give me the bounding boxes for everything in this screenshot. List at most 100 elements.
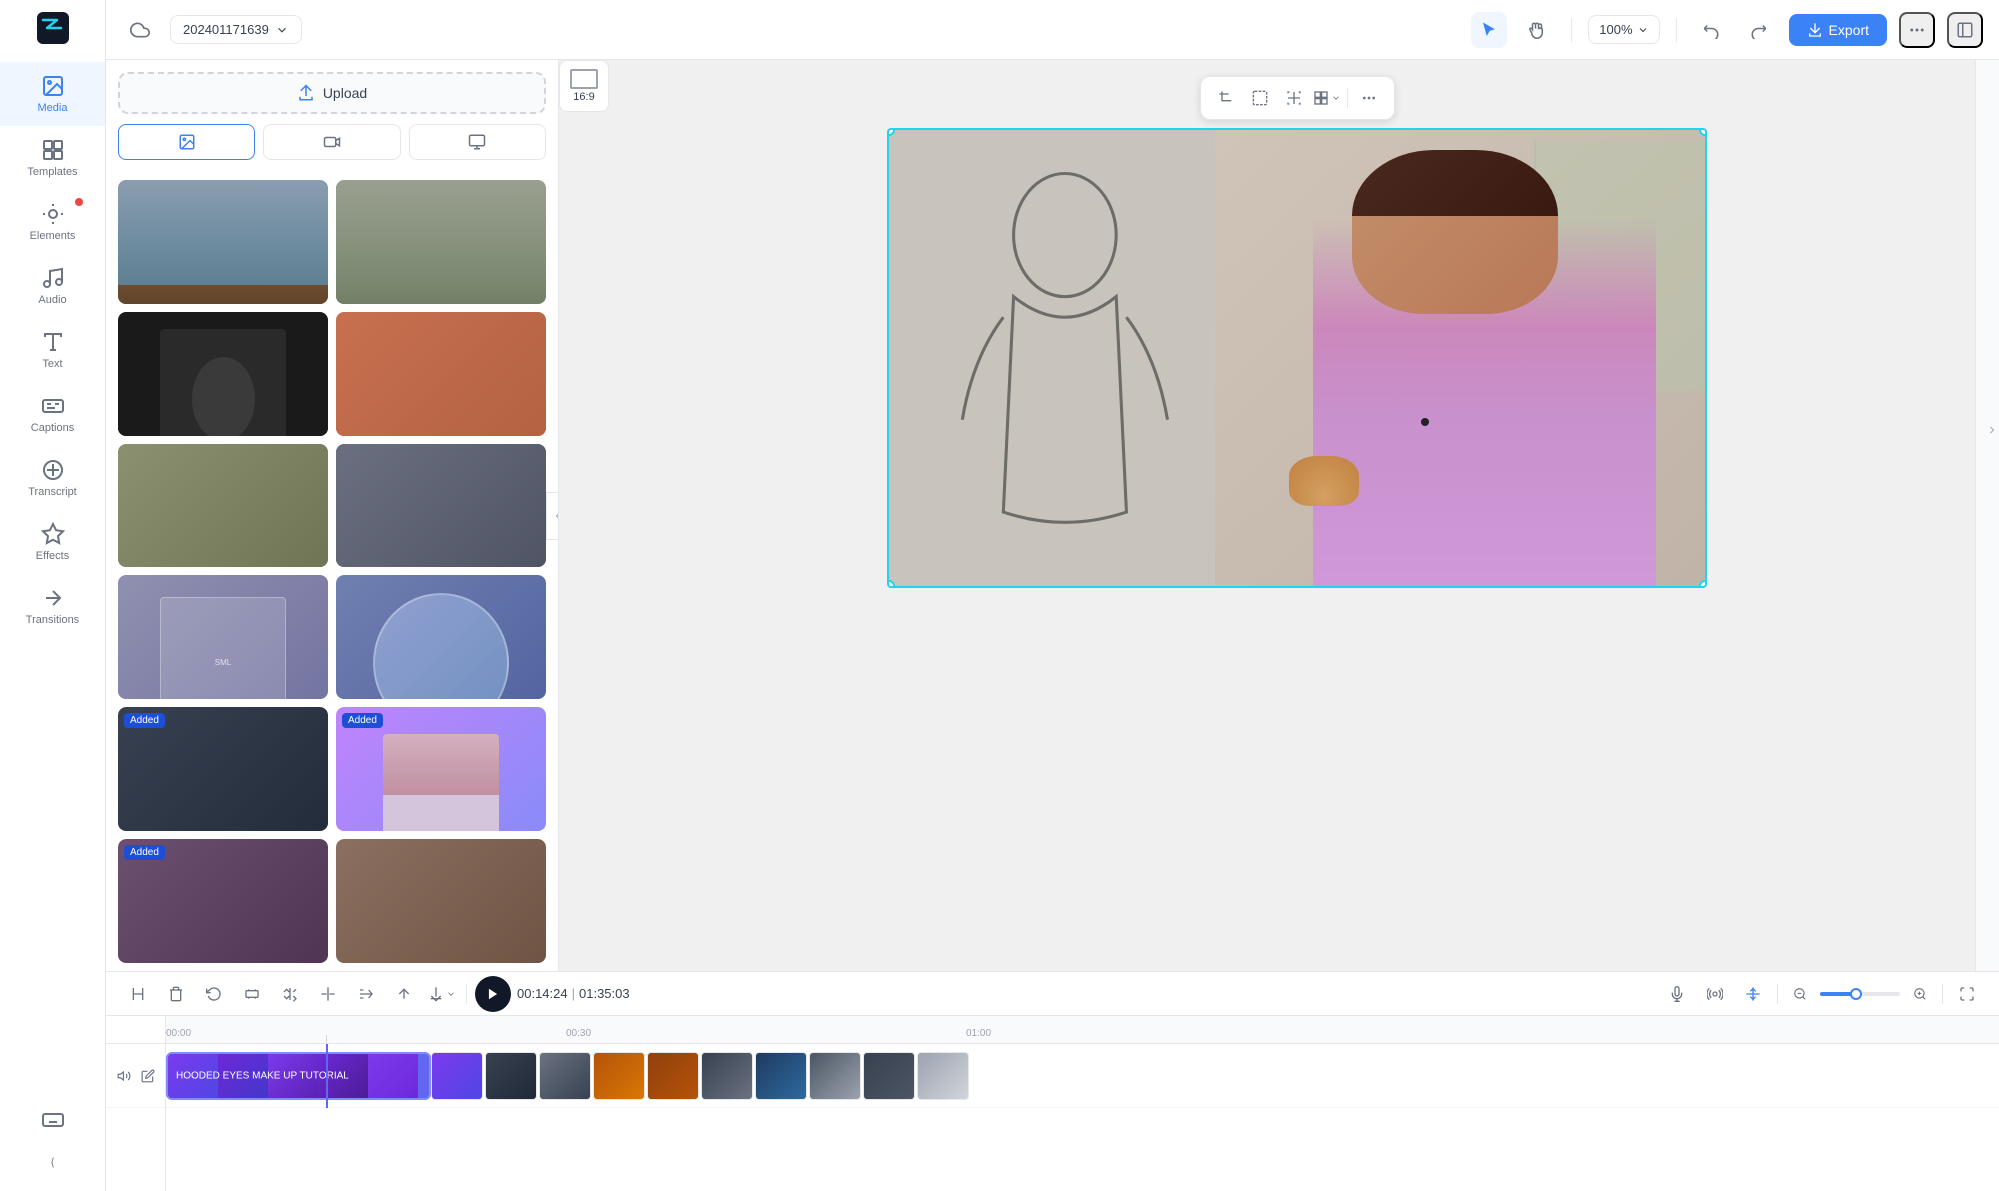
list-item[interactable]: UpscaleImage_3|2023... xyxy=(336,444,546,568)
layout-dropdown[interactable] xyxy=(1313,90,1341,106)
selection-handle-br[interactable] xyxy=(1699,580,1707,588)
list-item[interactable]: scenic-drive-grandfat... xyxy=(118,180,328,304)
play-button[interactable] xyxy=(475,976,511,1012)
list-item[interactable]: Added Pelumi-Box-Models-3... xyxy=(336,312,546,436)
panel-toggle-button[interactable] xyxy=(1947,12,1983,48)
zoom-in-button[interactable] xyxy=(1906,980,1934,1008)
mic-button[interactable] xyxy=(1661,978,1693,1010)
topbar: 202401171639 100% Export xyxy=(106,0,1999,60)
flip-button[interactable] xyxy=(274,978,306,1010)
download-button[interactable] xyxy=(426,978,458,1010)
list-item[interactable]: Added 360_F_645986509_0j... xyxy=(118,444,328,568)
merge-button[interactable] xyxy=(350,978,382,1010)
zoom-thumb[interactable] xyxy=(1850,988,1862,1000)
right-properties-panel xyxy=(1975,60,1999,971)
media-thumbnail xyxy=(336,180,546,304)
sidebar-item-media[interactable]: Media xyxy=(0,62,105,126)
split-button[interactable] xyxy=(312,978,344,1010)
sidebar-item-transitions[interactable]: Transitions xyxy=(0,574,105,638)
aspect-ratio-icon xyxy=(570,69,598,89)
replay-button[interactable] xyxy=(198,978,230,1010)
edit-button[interactable] xyxy=(138,1066,158,1086)
total-time: 01:35:03 xyxy=(579,986,630,1001)
media-panel-collapse-button[interactable] xyxy=(546,492,559,540)
media-tab-screen[interactable] xyxy=(409,124,546,160)
hand-tool-button[interactable] xyxy=(1519,12,1555,48)
pointer-tool-button[interactable] xyxy=(1471,12,1507,48)
list-item[interactable]: download.jpeg xyxy=(118,312,328,436)
sidebar-item-transcript-label: Transcript xyxy=(28,486,77,498)
cloud-save-button[interactable] xyxy=(122,12,158,48)
fullscreen-button[interactable] xyxy=(1951,978,1983,1010)
thumb-clip-10[interactable] xyxy=(917,1052,969,1100)
canvas-container xyxy=(605,76,1975,588)
sidebar-item-audio[interactable]: Audio xyxy=(0,254,105,318)
sidebar-item-captions-label: Captions xyxy=(31,422,74,434)
panel-expand-button[interactable] xyxy=(1985,424,1999,436)
thumb-clip-9[interactable] xyxy=(863,1052,915,1100)
list-item[interactable]: Added image.png.webp xyxy=(118,707,328,831)
thumb-clip-6[interactable] xyxy=(701,1052,753,1100)
sidebar-item-keyboard[interactable] xyxy=(0,1096,105,1144)
ruler-mark-0: 00:00 xyxy=(166,1028,191,1039)
aspect-ratio-button[interactable]: 16:9 xyxy=(559,60,609,112)
media-added-badge: Added xyxy=(124,713,165,728)
delete-button[interactable] xyxy=(160,978,192,1010)
zoom-slider[interactable] xyxy=(1820,992,1900,996)
thumb-clip-5[interactable] xyxy=(647,1052,699,1100)
sidebar-item-elements[interactable]: Elements xyxy=(0,190,105,254)
sidebar-item-captions[interactable]: Captions xyxy=(0,382,105,446)
zoom-level-button[interactable]: 100% xyxy=(1588,15,1659,44)
thumb-clip-4[interactable] xyxy=(593,1052,645,1100)
tracks-container: HOODED EYES MAKE UP TUTORIAL xyxy=(166,1044,1999,1108)
crop-button[interactable] xyxy=(1211,83,1241,113)
sidebar-item-collapse[interactable]: ⟨ xyxy=(0,1144,105,1181)
zoom-out-button[interactable] xyxy=(1786,980,1814,1008)
media-tab-video[interactable] xyxy=(263,124,400,160)
sketch-figure xyxy=(907,153,1223,563)
sidebar-item-media-label: Media xyxy=(38,102,68,114)
transform-button[interactable] xyxy=(1279,83,1309,113)
list-item[interactable]: Added 00:16 xyxy=(118,839,328,963)
list-item[interactable]: SML reduce-woman-image... xyxy=(118,575,328,699)
upload-button[interactable]: Upload xyxy=(118,72,546,114)
media-thumbnail: Added 00:16 xyxy=(118,839,328,963)
elements-badge xyxy=(75,198,83,206)
list-item[interactable]: Added 00:26 HOODED EYES MAKE... xyxy=(336,707,546,831)
clip-label: HOODED EYES MAKE UP TUTORIAL xyxy=(176,1071,349,1082)
redo-button[interactable] xyxy=(1741,12,1777,48)
project-id-button[interactable]: 202401171639 xyxy=(170,15,302,44)
ruler-label-space xyxy=(106,1016,165,1044)
main-clip[interactable]: HOODED EYES MAKE UP TUTORIAL xyxy=(166,1052,431,1100)
snap-button[interactable] xyxy=(1737,978,1769,1010)
undo-button[interactable] xyxy=(1693,12,1729,48)
sidebar-item-effects[interactable]: Effects xyxy=(0,510,105,574)
thumb-clip-1[interactable] xyxy=(431,1052,483,1100)
media-thumbnail xyxy=(336,444,546,568)
more-canvas-button[interactable] xyxy=(1354,83,1384,113)
voiceover-button[interactable] xyxy=(1699,978,1731,1010)
thumb-clip-8[interactable] xyxy=(809,1052,861,1100)
media-thumbnail: SML xyxy=(118,575,328,699)
media-tab-image[interactable] xyxy=(118,124,255,160)
more-options-button[interactable] xyxy=(1899,12,1935,48)
list-item[interactable] xyxy=(336,839,546,963)
volume-button[interactable] xyxy=(114,1066,134,1086)
export-button[interactable]: Export xyxy=(1789,14,1887,46)
sidebar-item-transitions-label: Transitions xyxy=(26,614,79,626)
project-id-text: 202401171639 xyxy=(183,22,269,37)
remove-bg-button[interactable] xyxy=(1245,83,1275,113)
media-thumbnail: Added xyxy=(118,444,328,568)
sidebar-item-text[interactable]: Text xyxy=(0,318,105,382)
crop-timeline-button[interactable] xyxy=(236,978,268,1010)
thumb-clip-3[interactable] xyxy=(539,1052,591,1100)
sidebar-item-templates[interactable]: Templates xyxy=(0,126,105,190)
list-item[interactable]: FaceAnimeConverter_... xyxy=(336,575,546,699)
sidebar-item-transcript[interactable]: Transcript xyxy=(0,446,105,510)
thumb-clip-7[interactable] xyxy=(755,1052,807,1100)
trim-end-button[interactable] xyxy=(388,978,420,1010)
app-logo[interactable] xyxy=(35,10,71,46)
list-item[interactable]: silver-thread-byway-l... xyxy=(336,180,546,304)
trim-tool-button[interactable] xyxy=(122,978,154,1010)
thumb-clip-2[interactable] xyxy=(485,1052,537,1100)
